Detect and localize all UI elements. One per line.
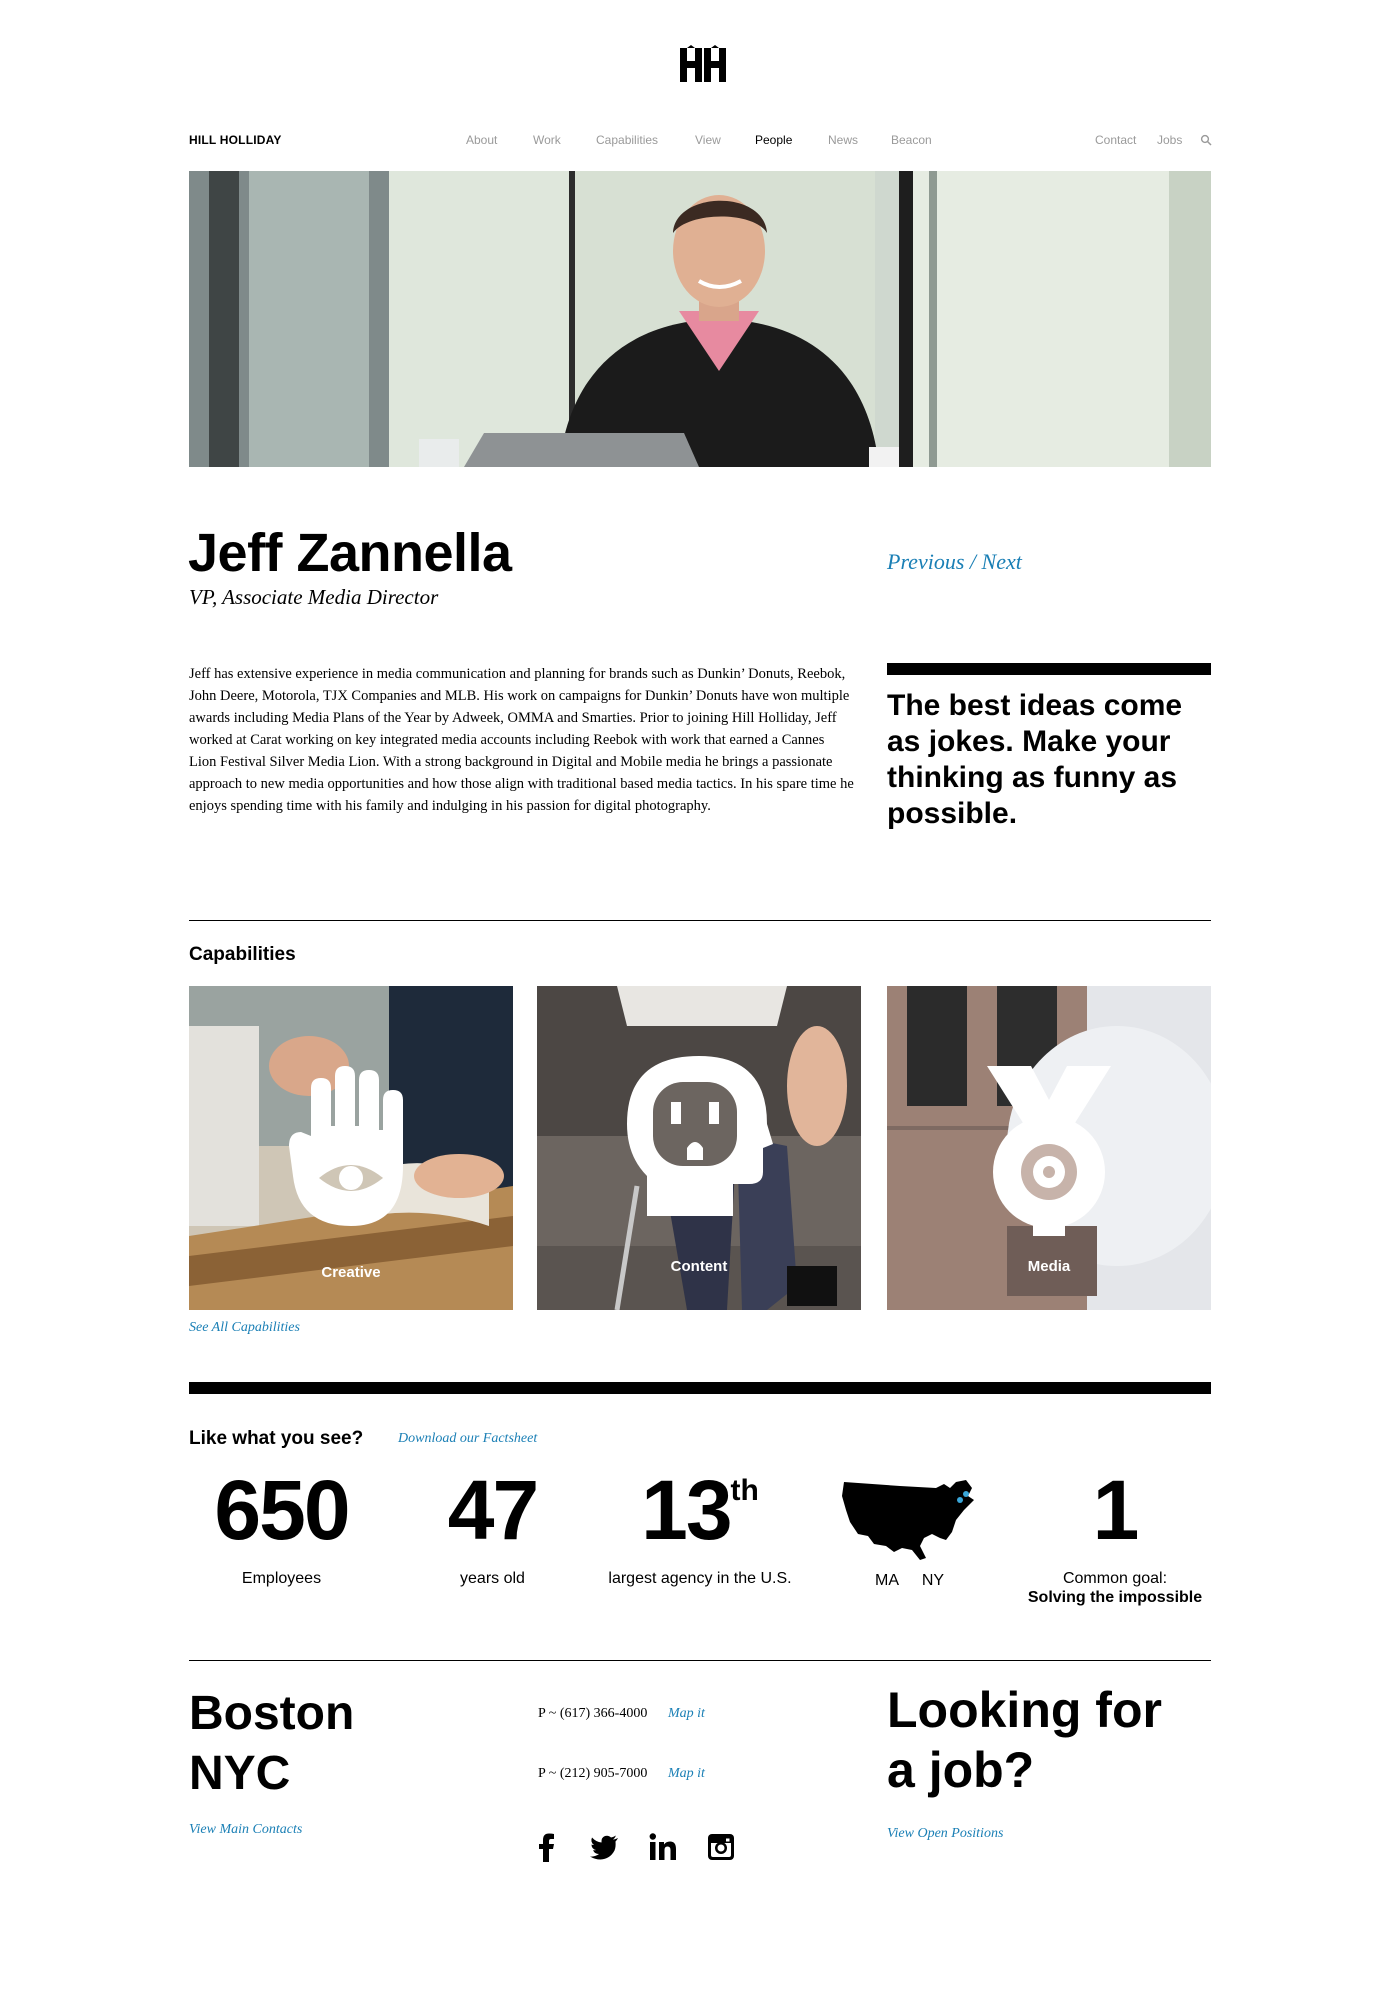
nav-item-work[interactable]: Work	[533, 133, 561, 147]
job-heading-line1: Looking for	[887, 1682, 1162, 1738]
nav-item-contact[interactable]: Contact	[1095, 133, 1136, 147]
stat-employees-label: Employees	[241, 1570, 322, 1587]
stat-location-ny: NY	[921, 1572, 945, 1589]
previous-link[interactable]: Previous	[887, 549, 964, 574]
see-all-capabilities-link[interactable]: See All Capabilities	[189, 1320, 300, 1336]
nav-item-jobs[interactable]: Jobs	[1157, 133, 1182, 147]
search-icon[interactable]	[1200, 134, 1212, 146]
instagram-icon[interactable]	[706, 1832, 736, 1862]
hero-portrait-photo	[189, 171, 1211, 467]
prev-next-nav: Previous / Next	[887, 549, 1022, 575]
capability-tile-content[interactable]: Content	[537, 986, 861, 1310]
stat-rank-suffix: th	[730, 1474, 759, 1507]
stat-rank: 13th	[600, 1462, 800, 1559]
prev-next-separator: /	[969, 549, 977, 574]
head-outlet-icon	[627, 1056, 773, 1216]
stat-rank-value: 13	[641, 1463, 732, 1557]
linkedin-icon[interactable]	[648, 1832, 678, 1862]
person-title: VP, Associate Media Director	[189, 585, 439, 609]
stat-years-value: 47	[447, 1463, 539, 1557]
brand-name[interactable]: HILL HOLLIDAY	[189, 133, 282, 147]
phone-boston: P ~ (617) 366-4000	[538, 1706, 648, 1721]
person-name: Jeff Zannella	[188, 523, 512, 583]
stat-years-label: years old	[460, 1570, 525, 1587]
map-it-boston-link[interactable]: Map it	[668, 1706, 705, 1722]
target-icon	[987, 1066, 1111, 1236]
next-link[interactable]: Next	[982, 549, 1022, 574]
hh-logo-icon[interactable]	[676, 44, 728, 86]
capability-tile-media[interactable]: Media	[887, 986, 1211, 1310]
nav-item-news[interactable]: News	[828, 133, 858, 147]
quote-bar	[887, 663, 1211, 675]
stat-location-ma: MA	[875, 1572, 899, 1589]
job-heading-line2: a job?	[887, 1742, 1035, 1798]
nav-item-people[interactable]: People	[755, 133, 792, 147]
stat-goal-label: Common goal:	[1062, 1570, 1168, 1587]
city-nyc: NYC	[189, 1747, 291, 1800]
view-main-contacts-link[interactable]: View Main Contacts	[189, 1822, 302, 1838]
twitter-icon[interactable]	[590, 1832, 620, 1862]
nav-item-about[interactable]: About	[466, 133, 497, 147]
stat-goal-strong: Solving the impossible	[1027, 1589, 1203, 1606]
us-map-icon	[842, 1480, 974, 1560]
view-open-positions-link[interactable]: View Open Positions	[887, 1826, 1003, 1842]
person-bio: Jeff has extensive experience in media c…	[189, 666, 854, 814]
hand-eye-icon	[289, 1066, 403, 1226]
city-boston: Boston	[189, 1687, 355, 1740]
nav-item-view[interactable]: View	[695, 133, 721, 147]
person-quote: The best ideas come as jokes. Make your …	[887, 689, 1183, 830]
job-heading: Looking for a job?	[887, 1680, 1162, 1800]
stat-goal-value: 1	[1092, 1463, 1140, 1557]
capability-label-content: Content	[670, 1258, 728, 1275]
stat-employees-value: 650	[214, 1463, 350, 1557]
capability-label-creative: Creative	[321, 1264, 381, 1281]
phone-nyc: P ~ (212) 905-7000	[538, 1766, 648, 1781]
capabilities-heading: Capabilities	[189, 944, 296, 965]
footer-divider	[189, 1660, 1211, 1661]
stats-divider-bar	[189, 1382, 1211, 1394]
stat-rank-label: largest agency in the U.S.	[608, 1570, 792, 1587]
capability-label-media: Media	[1027, 1258, 1071, 1275]
nav-item-capabilities[interactable]: Capabilities	[596, 133, 658, 147]
map-it-nyc-link[interactable]: Map it	[668, 1766, 705, 1782]
capability-tile-creative[interactable]: Creative	[189, 986, 513, 1310]
divider	[189, 920, 1211, 921]
download-factsheet-link[interactable]: Download our Factsheet	[398, 1431, 537, 1447]
stats-heading: Like what you see?	[189, 1428, 364, 1449]
nav-item-beacon[interactable]: Beacon	[891, 133, 932, 147]
facebook-icon[interactable]	[532, 1832, 562, 1862]
